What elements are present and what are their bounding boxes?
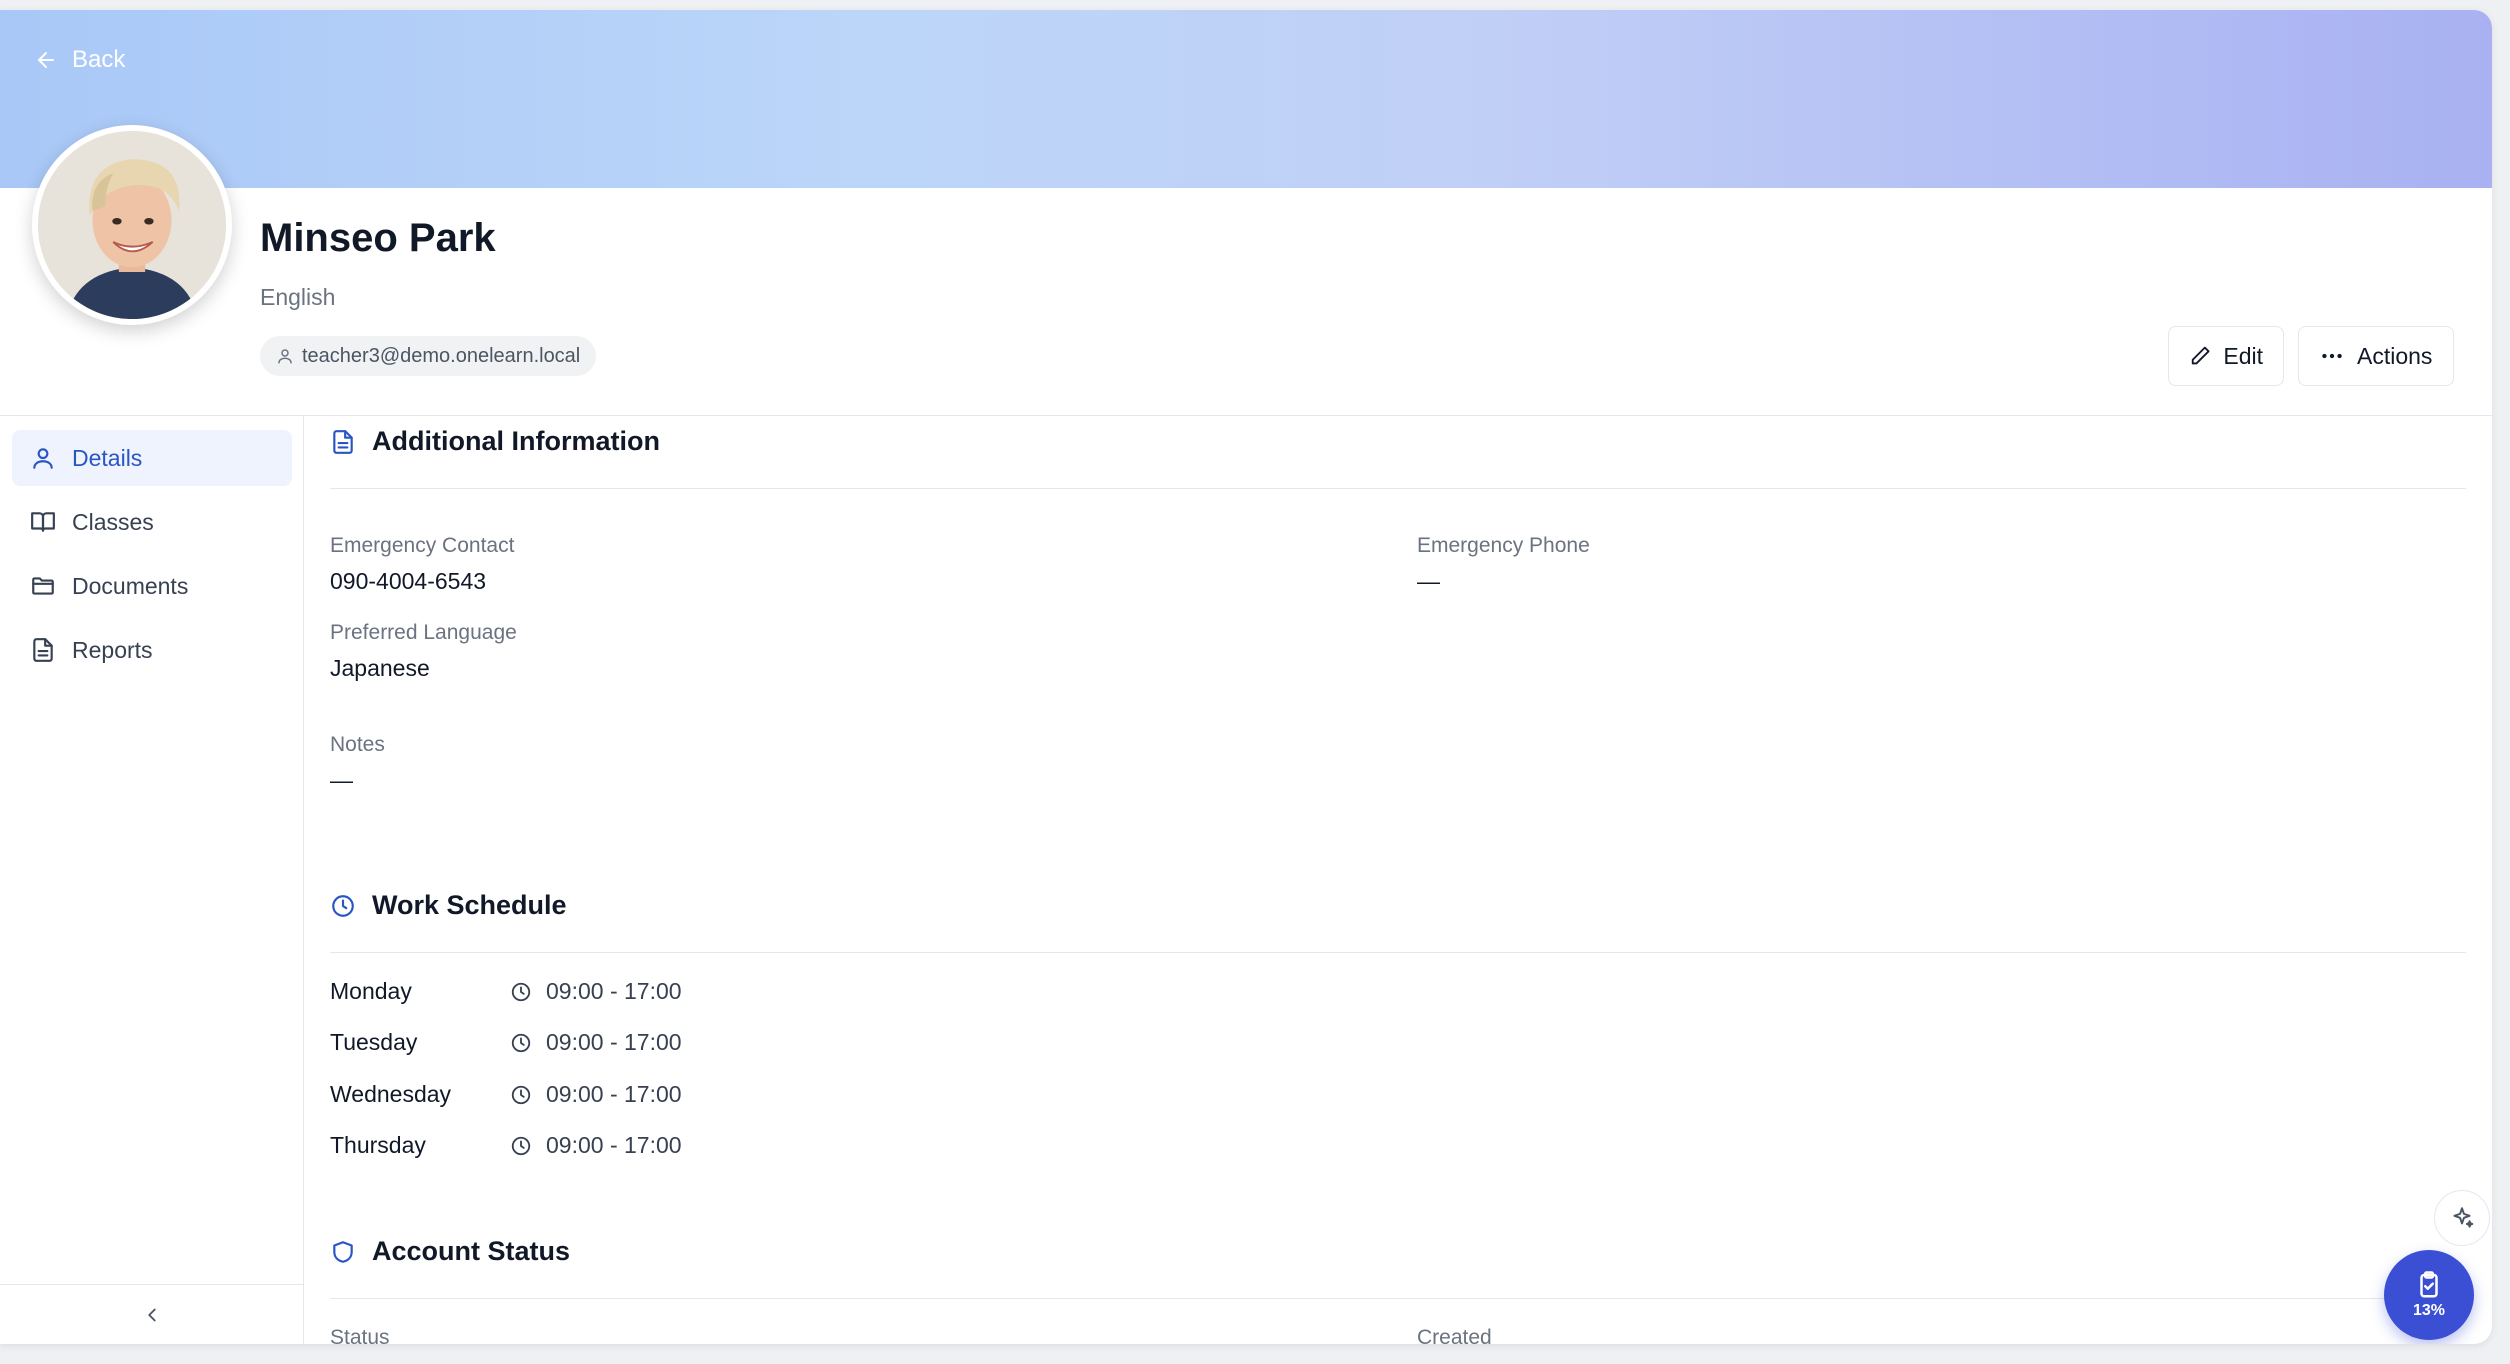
ai-assistant-button[interactable]: [2434, 1190, 2490, 1246]
schedule-day: Monday: [330, 978, 412, 1004]
profile-window: Back Minseo Park English teacher3@demo.o…: [0, 10, 2492, 1344]
schedule-time: 09:00 - 17:00: [510, 1081, 682, 1108]
sidebar-item-classes[interactable]: Classes: [12, 494, 292, 550]
section-title: Additional Information: [372, 426, 660, 456]
sparkles-icon: [2453, 1207, 2474, 1228]
user-icon: [33, 448, 53, 469]
clock-icon: [511, 982, 531, 1001]
additional-info-heading: Additional Information: [330, 426, 660, 457]
edit-label: Edit: [2223, 342, 2263, 369]
schedule-day: Thursday: [330, 1132, 426, 1158]
back-button[interactable]: Back: [34, 46, 125, 74]
collapse-sidebar-chevron-left-icon[interactable]: [141, 1304, 163, 1326]
profile-subject: English: [260, 284, 336, 310]
section-divider: [330, 488, 2466, 489]
section-divider: [330, 1298, 2466, 1299]
schedule-time-text: 09:00 - 17:00: [546, 1081, 682, 1107]
emergency-contact-label: Emergency Contact: [330, 534, 515, 557]
status-label: Status: [330, 1326, 390, 1344]
work-schedule-heading: Work Schedule: [330, 890, 567, 921]
sidebar-item-label: Reports: [72, 636, 153, 663]
section-title: Work Schedule: [372, 890, 567, 920]
clock-icon: [332, 894, 354, 917]
onboarding-progress-button[interactable]: 13%: [2384, 1250, 2474, 1340]
schedule-time: 09:00 - 17:00: [510, 1029, 682, 1056]
sidebar: Details Classes Documents Reports: [0, 416, 304, 1344]
email-text: teacher3@demo.onelearn.local: [302, 344, 581, 367]
profile-name: Minseo Park: [260, 216, 496, 260]
main-content: Additional Information Emergency Contact…: [330, 416, 2470, 1344]
sidebar-item-label: Details: [72, 444, 143, 471]
sidebar-item-label: Classes: [72, 508, 154, 535]
sidebar-item-details[interactable]: Details: [12, 430, 292, 486]
arrow-left-icon: [38, 52, 54, 68]
section-divider: [330, 952, 2466, 953]
notes-label: Notes: [330, 733, 385, 756]
clock-icon: [511, 1033, 531, 1052]
sidebar-item-label: Documents: [72, 572, 189, 599]
pencil-icon: [2191, 346, 2210, 365]
section-title: Account Status: [372, 1236, 571, 1266]
clock-icon: [511, 1085, 531, 1104]
emergency-phone-label: Emergency Phone: [1417, 534, 1590, 557]
schedule-day: Wednesday: [330, 1081, 452, 1107]
avatar: [32, 125, 232, 325]
sidebar-item-reports[interactable]: Reports: [12, 622, 292, 678]
shield-icon: [333, 1240, 353, 1263]
emergency-phone-value: —: [1417, 568, 1440, 594]
clipboard-check-icon: [2420, 1271, 2438, 1298]
profile-banner: [0, 10, 2492, 188]
sidebar-footer: [0, 1284, 303, 1344]
schedule-time: 09:00 - 17:00: [510, 978, 682, 1005]
file-text-icon: [33, 638, 53, 662]
actions-label: Actions: [2357, 342, 2433, 369]
schedule-time-text: 09:00 - 17:00: [546, 978, 682, 1004]
progress-percent: 13%: [2412, 1302, 2446, 1319]
folder-icon: [32, 577, 54, 595]
preferred-language-label: Preferred Language: [330, 621, 517, 644]
schedule-time-text: 09:00 - 17:00: [546, 1132, 682, 1158]
more-horizontal-icon: [2322, 353, 2342, 359]
file-text-icon: [333, 429, 353, 454]
schedule-time-text: 09:00 - 17:00: [546, 1029, 682, 1055]
back-label: Back: [72, 46, 126, 73]
preferred-language-value: Japanese: [330, 655, 430, 681]
book-icon: [31, 512, 55, 532]
email-chip: teacher3@demo.onelearn.local: [260, 336, 597, 376]
emergency-contact-value: 090-4004-6543: [330, 568, 487, 594]
schedule-day: Tuesday: [330, 1029, 418, 1055]
notes-value: —: [330, 767, 353, 793]
actions-button[interactable]: Actions: [2298, 326, 2454, 386]
edit-button[interactable]: Edit: [2168, 326, 2284, 386]
account-status-heading: Account Status: [330, 1236, 570, 1267]
user-icon: [278, 349, 292, 364]
created-label: Created: [1417, 1326, 1492, 1344]
schedule-time: 09:00 - 17:00: [510, 1132, 682, 1159]
sidebar-item-documents[interactable]: Documents: [12, 558, 292, 614]
clock-icon: [511, 1136, 531, 1155]
